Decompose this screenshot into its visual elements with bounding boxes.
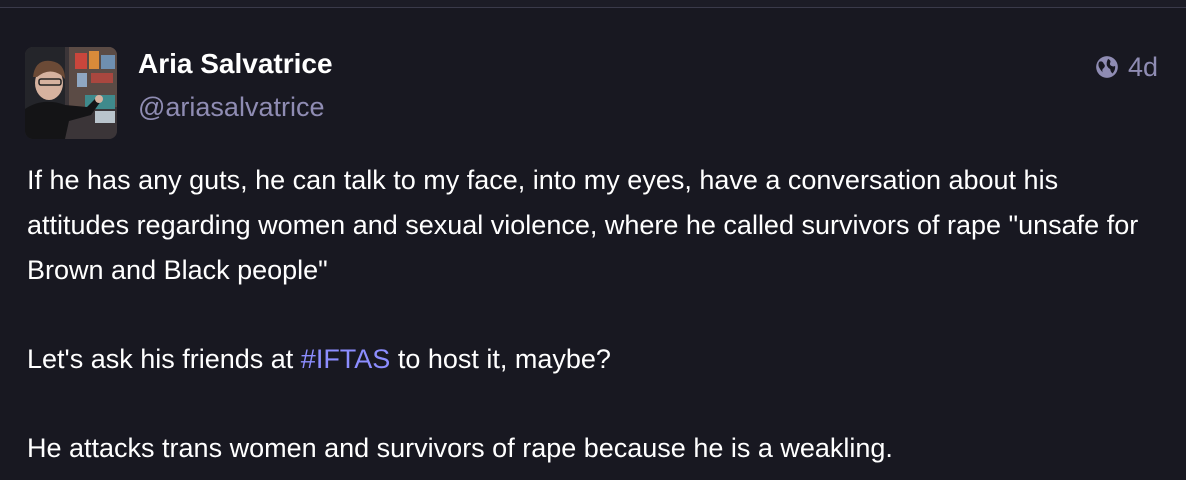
status-card[interactable]: Aria Salvatrice @ariasalvatrice 4d If he… <box>0 8 1186 480</box>
paragraph: If he has any guts, he can talk to my fa… <box>27 165 1139 285</box>
paragraph-text: to host it, maybe? <box>390 344 611 374</box>
status-meta[interactable]: 4d <box>1094 52 1158 82</box>
status-content: If he has any guts, he can talk to my fa… <box>27 158 1167 471</box>
paragraph-text: Let's ask his friends at <box>27 344 301 374</box>
paragraph: He attacks trans women and survivors of … <box>27 433 893 463</box>
paragraph: Let's ask his friends at #IFTAS to host … <box>27 337 1167 382</box>
avatar-image <box>25 47 117 139</box>
account-handle[interactable]: @ariasalvatrice <box>138 91 324 123</box>
top-divider <box>0 0 1186 8</box>
relative-time[interactable]: 4d <box>1128 52 1158 82</box>
avatar[interactable] <box>25 47 117 139</box>
hashtag-link[interactable]: #IFTAS <box>301 344 391 374</box>
display-name[interactable]: Aria Salvatrice <box>138 48 333 80</box>
globe-icon <box>1096 56 1118 78</box>
